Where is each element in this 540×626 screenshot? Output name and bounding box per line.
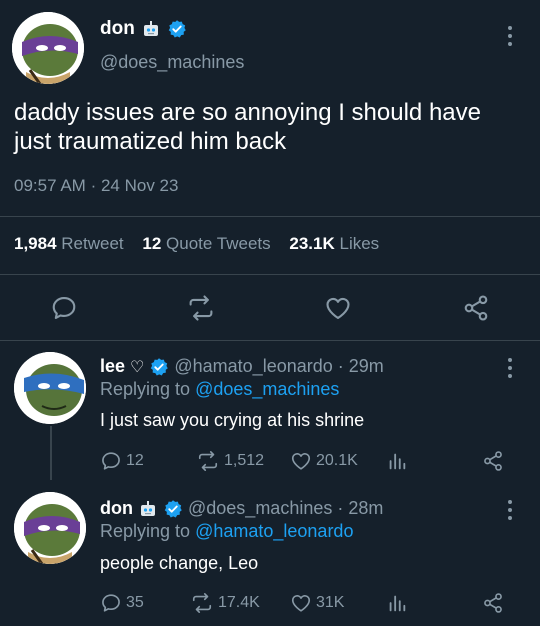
likes-label: Likes <box>339 234 380 253</box>
tweet-text: daddy issues are so annoying I should ha… <box>14 99 481 155</box>
timestamp: 09:57 AM · 24 Nov 23 <box>14 176 178 196</box>
avatar-lee[interactable] <box>14 352 86 424</box>
reply-header: lee ♡ @hamato_leonardo · 29m <box>100 356 384 377</box>
avatar-don[interactable] <box>12 12 84 84</box>
reply-text: I just saw you crying at his shrine <box>100 410 365 430</box>
likes-stat[interactable]: 23.1K Likes <box>289 234 379 253</box>
separator: · <box>337 498 344 518</box>
more-icon[interactable] <box>508 500 514 524</box>
handle[interactable]: @does_machines <box>100 52 244 73</box>
display-name[interactable]: don <box>100 498 133 519</box>
reply-text: people change, Leo <box>100 553 259 573</box>
reply-icon[interactable] <box>50 294 78 322</box>
retweet-stat[interactable]: 1,984 Retweet <box>14 234 124 253</box>
robot-icon <box>141 19 161 39</box>
display-name-row: don <box>100 18 187 40</box>
reply-count: 35 <box>126 594 144 611</box>
retweet-icon <box>190 592 214 614</box>
engagement-stats: 1,984 Retweet 12 Quote Tweets 23.1K Like… <box>14 234 379 254</box>
retweet-count: 1,984 <box>14 234 57 253</box>
quote-label: Quote Tweets <box>166 234 271 253</box>
verified-icon <box>167 19 187 39</box>
retweet-label: Retweet <box>61 234 124 253</box>
handle[interactable]: @does_machines <box>188 498 332 519</box>
handle[interactable]: @hamato_leonardo <box>174 356 332 377</box>
retweet-icon[interactable] <box>186 294 216 322</box>
tweet-date[interactable]: 24 Nov 23 <box>101 176 179 195</box>
verified-icon <box>149 357 169 377</box>
analytics-icon[interactable] <box>386 592 408 614</box>
like-action[interactable]: 20.1K <box>290 450 358 472</box>
retweet-count: 17.4K <box>218 594 260 611</box>
thread-line <box>50 426 52 480</box>
avatar-don[interactable] <box>14 492 86 564</box>
share-icon[interactable] <box>482 450 504 472</box>
like-action[interactable]: 31K <box>290 592 344 614</box>
reply-icon <box>100 592 122 614</box>
display-name[interactable]: lee <box>100 356 125 377</box>
reply-count: 12 <box>126 452 144 469</box>
like-icon[interactable] <box>324 294 352 322</box>
divider <box>0 340 540 341</box>
reply-action[interactable]: 35 <box>100 592 144 614</box>
tweet-time[interactable]: 09:57 AM <box>14 176 86 195</box>
divider <box>0 216 540 217</box>
more-icon[interactable] <box>508 358 514 382</box>
replying-to: Replying to @does_machines <box>100 379 339 400</box>
share-icon[interactable] <box>462 294 490 322</box>
like-icon <box>290 592 312 614</box>
like-icon <box>290 450 312 472</box>
like-count: 20.1K <box>316 452 358 469</box>
reply-age[interactable]: 28m <box>348 498 383 519</box>
display-name[interactable]: don <box>100 18 135 40</box>
analytics-icon[interactable] <box>386 450 408 472</box>
heart-glyph: ♡ <box>130 358 145 376</box>
quote-count: 12 <box>142 234 162 253</box>
replying-prefix: Replying to <box>100 379 191 399</box>
retweet-count: 1,512 <box>224 452 265 469</box>
replying-to-handle[interactable]: @does_machines <box>195 379 339 399</box>
replying-prefix: Replying to <box>100 521 191 541</box>
reply-age[interactable]: 29m <box>349 356 384 377</box>
reply-icon <box>100 450 122 472</box>
retweet-action[interactable]: 17.4K <box>190 592 260 614</box>
divider <box>0 274 540 275</box>
retweet-icon <box>196 450 220 472</box>
like-count: 31K <box>316 594 345 611</box>
more-icon[interactable] <box>508 26 514 50</box>
share-icon[interactable] <box>482 592 504 614</box>
reply-action[interactable]: 12 <box>100 450 144 472</box>
reply-header: don @does_machines · 28m <box>100 498 383 519</box>
replying-to-handle[interactable]: @hamato_leonardo <box>195 521 353 541</box>
likes-count: 23.1K <box>289 234 335 253</box>
separator: · <box>337 356 344 376</box>
separator: · <box>90 176 97 195</box>
replying-to: Replying to @hamato_leonardo <box>100 521 353 542</box>
verified-icon <box>163 499 183 519</box>
quote-stat[interactable]: 12 Quote Tweets <box>142 234 270 253</box>
robot-icon <box>138 499 158 519</box>
retweet-action[interactable]: 1,512 <box>196 450 264 472</box>
